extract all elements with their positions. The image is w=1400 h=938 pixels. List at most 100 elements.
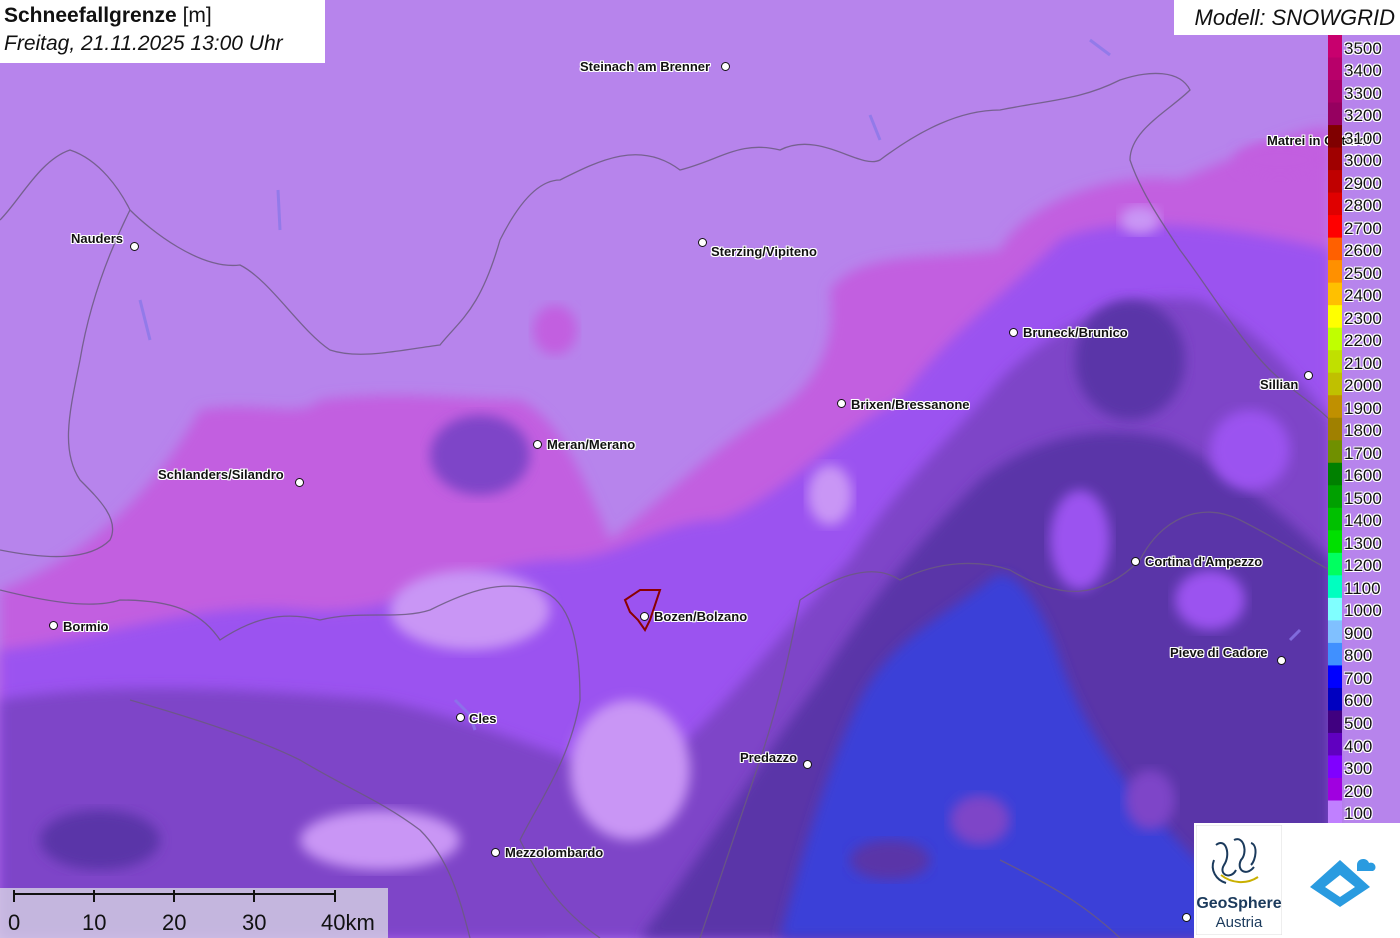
app-logo-icon[interactable]: [1285, 825, 1400, 938]
city-label-mezzolombardo[interactable]: Mezzolombardo: [505, 845, 603, 860]
scale-label-0: 0: [8, 910, 21, 935]
legend-swatch-2500: [1328, 260, 1342, 284]
legend-label-3000: 3000: [1344, 151, 1382, 171]
legend-label-2700: 2700: [1344, 218, 1382, 238]
map-subtitle: Freitag, 21.11.2025 13:00 Uhr: [4, 32, 283, 55]
legend-label-3100: 3100: [1344, 128, 1382, 148]
legend-swatch-1800: [1328, 417, 1342, 441]
legend-label-2900: 2900: [1344, 173, 1382, 193]
city-label-cortina[interactable]: Cortina d'Ampezzo: [1145, 554, 1262, 569]
legend-swatch-1400: [1328, 507, 1342, 531]
legend-label-900: 900: [1344, 623, 1373, 643]
legend-label-2800: 2800: [1344, 196, 1382, 216]
legend-swatch-3200: [1328, 102, 1342, 126]
legend-label-2200: 2200: [1344, 331, 1382, 351]
legend-swatch-200: [1328, 777, 1342, 801]
legend-label-3300: 3300: [1344, 83, 1382, 103]
city-dot-bozen: [640, 612, 649, 621]
legend-swatch-500: [1328, 710, 1342, 734]
city-dot-sillian: [1304, 371, 1313, 380]
legend-swatch-2800: [1328, 192, 1342, 216]
logo-text-austria: Austria: [1215, 914, 1263, 931]
legend-label-1600: 1600: [1344, 466, 1382, 486]
legend-swatch-1300: [1328, 530, 1342, 554]
legend-swatch-2000: [1328, 372, 1342, 396]
legend-swatch-3400: [1328, 57, 1342, 81]
legend-swatch-2600: [1328, 237, 1342, 261]
city-dot-predazzo: [803, 760, 812, 769]
legend-label-1700: 1700: [1344, 443, 1382, 463]
legend-label-2100: 2100: [1344, 353, 1382, 373]
legend-swatch-1700: [1328, 440, 1342, 464]
legend-swatch-700: [1328, 665, 1342, 689]
legend-label-1400: 1400: [1344, 511, 1382, 531]
city-dot-cles: [456, 713, 465, 722]
city-label-brixen[interactable]: Brixen/Bressanone: [851, 397, 970, 412]
city-label-bruneck[interactable]: Bruneck/Brunico: [1023, 325, 1128, 340]
legend-swatch-400: [1328, 732, 1342, 756]
city-dot-sterzing: [698, 238, 707, 247]
city-label-predazzo[interactable]: Predazzo: [740, 750, 797, 765]
legend-swatch-3500: [1328, 35, 1342, 59]
city-dot-pieve: [1277, 656, 1286, 665]
legend-label-2400: 2400: [1344, 286, 1382, 306]
legend-swatch-2700: [1328, 215, 1342, 239]
city-dot-meran: [533, 440, 542, 449]
legend-swatch-1100: [1328, 575, 1342, 599]
city-dot-schlanders: [295, 478, 304, 487]
legend-label-2000: 2000: [1344, 376, 1382, 396]
legend-label-1200: 1200: [1344, 556, 1382, 576]
legend-label-100: 100: [1344, 804, 1373, 823]
legend-label-3200: 3200: [1344, 106, 1382, 126]
scale-label-40km: 40km: [321, 910, 375, 935]
city-label-sillian[interactable]: Sillian: [1260, 377, 1298, 392]
legend-swatch-3000: [1328, 147, 1342, 171]
legend-swatch-300: [1328, 755, 1342, 779]
legend-swatch-1500: [1328, 485, 1342, 509]
legend-label-1100: 1100: [1344, 578, 1381, 598]
city-label-sterzing[interactable]: Sterzing/Vipiteno: [711, 244, 817, 259]
city-label-steinach[interactable]: Steinach am Brenner: [580, 59, 710, 74]
model-label: Modell: SNOWGRID: [1194, 5, 1395, 30]
legend-label-700: 700: [1344, 668, 1373, 688]
map-title-box: Schneefallgrenze [m] Freitag, 21.11.2025…: [0, 0, 325, 63]
city-label-schlanders[interactable]: Schlanders/Silandro: [158, 467, 284, 482]
city-label-cles[interactable]: Cles: [469, 711, 496, 726]
legend-swatch-1000: [1328, 597, 1342, 621]
legend-label-500: 500: [1344, 713, 1373, 733]
legend-label-1000: 1000: [1344, 601, 1382, 621]
legend-label-3400: 3400: [1344, 61, 1382, 80]
scale-label-10: 10: [82, 910, 107, 935]
city-dot-brixen: [837, 399, 846, 408]
legend-label-400: 400: [1344, 736, 1373, 756]
legend-swatch-3100: [1328, 125, 1342, 149]
legend-label-1900: 1900: [1344, 398, 1382, 418]
legend-label-2500: 2500: [1344, 263, 1382, 283]
city-label-meran[interactable]: Meran/Merano: [547, 437, 635, 452]
legend-swatch-800: [1328, 642, 1342, 666]
legend-label-200: 200: [1344, 781, 1373, 801]
legend-swatch-900: [1328, 620, 1342, 644]
legend-swatch-1200: [1328, 552, 1342, 576]
city-label-pieve[interactable]: Pieve di Cadore: [1170, 645, 1268, 660]
city-dot-mezzolombardo: [491, 848, 500, 857]
city-dot-bruneck: [1009, 328, 1018, 337]
scale-label-20: 20: [162, 910, 187, 935]
scale-label-30: 30: [242, 910, 267, 935]
legend-swatch-600: [1328, 687, 1342, 711]
legend-swatch-1600: [1328, 462, 1342, 486]
legend-swatch-2900: [1328, 170, 1342, 194]
city-label-bormio[interactable]: Bormio: [63, 619, 109, 634]
legend-label-3500: 3500: [1344, 38, 1382, 58]
city-label-bozen[interactable]: Bozen/Bolzano: [654, 609, 747, 624]
scale-bar: 0 10 20 30 40km: [0, 888, 388, 938]
model-box: Modell: SNOWGRID: [1174, 0, 1400, 35]
legend-label-800: 800: [1344, 646, 1373, 666]
legend-label-600: 600: [1344, 691, 1373, 711]
legend-label-300: 300: [1344, 759, 1373, 778]
legend-swatch-2100: [1328, 350, 1342, 374]
city-label-nauders[interactable]: Nauders: [71, 231, 123, 246]
city-dot-bormio: [49, 621, 58, 630]
map-title: Schneefallgrenze [m]: [4, 4, 212, 27]
legend-label-1300: 1300: [1344, 533, 1382, 553]
